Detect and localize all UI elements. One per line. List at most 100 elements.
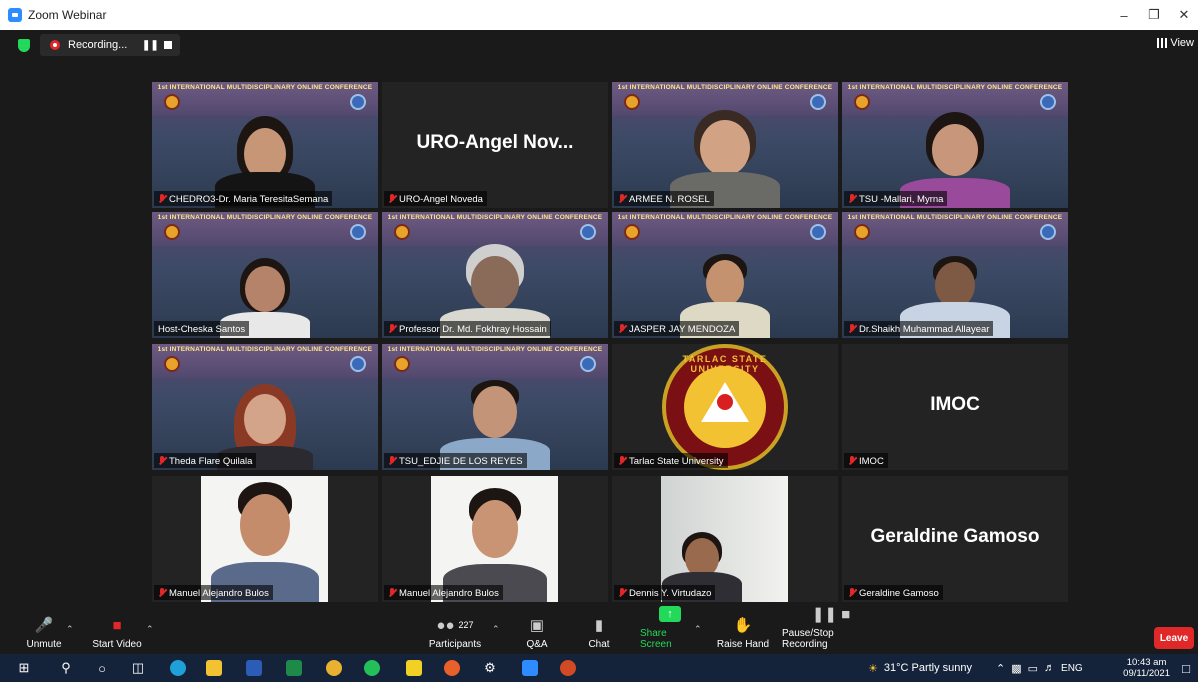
- language-indicator[interactable]: ENG: [1061, 663, 1083, 674]
- weather-widget[interactable]: ☀ 31°C Partly sunny: [868, 654, 972, 682]
- video-tile[interactable]: Dennis Y. Virtudazo: [612, 476, 838, 602]
- chat-button[interactable]: ▮ Chat: [584, 604, 614, 654]
- conference-logo-icon: [854, 224, 870, 240]
- conference-banner: 1st INTERNATIONAL MULTIDISCIPLINARY ONLI…: [847, 214, 1063, 221]
- share-screen-icon: ↑: [659, 604, 681, 624]
- mic-muted-icon: [618, 194, 626, 204]
- video-options-chevron-icon[interactable]: ⌃: [146, 624, 154, 635]
- powerpoint-icon[interactable]: [558, 658, 578, 678]
- mic-muted-icon: [388, 324, 396, 334]
- participants-button[interactable]: ●● 227 Participants: [424, 604, 486, 654]
- mic-muted-icon: [388, 588, 396, 598]
- notifications-icon[interactable]: □: [1176, 658, 1196, 678]
- university-seal-logo: TARLAC STATE UNIVERSITY: [662, 344, 788, 470]
- video-tile[interactable]: 1st INTERNATIONAL MULTIDISCIPLINARY ONLI…: [382, 212, 608, 338]
- zoom-logo-icon: [8, 8, 22, 22]
- mic-muted-icon: [618, 456, 626, 466]
- system-tray[interactable]: ⌃ ▩ ▭ ♬ ENG: [996, 654, 1083, 682]
- mic-muted-icon: [158, 456, 166, 466]
- view-button[interactable]: View: [1157, 37, 1194, 49]
- sticky-notes-icon[interactable]: [404, 658, 424, 678]
- video-tile[interactable]: 1st INTERNATIONAL MULTIDISCIPLINARY ONLI…: [842, 212, 1068, 338]
- video-tile[interactable]: 1st INTERNATIONAL MULTIDISCIPLINARY ONLI…: [152, 82, 378, 208]
- unmute-button[interactable]: 🎤 Unmute: [24, 604, 64, 654]
- weather-sun-icon: ☀: [868, 662, 878, 675]
- spotify-icon[interactable]: [362, 658, 382, 678]
- chrome-icon[interactable]: [324, 658, 344, 678]
- participant-name-tag: IMOC: [844, 453, 888, 468]
- conference-logo-icon: [854, 94, 870, 110]
- meeting-controls: 🎤 Unmute ⌃ ■ Start Video ⌃ ●● 227 Partici…: [0, 604, 1198, 654]
- task-view-icon[interactable]: ◫: [128, 658, 148, 678]
- participant-name-tag: ARMEE N. ROSEL: [614, 191, 714, 206]
- participant-name-tag: CHEDRO3-Dr. Maria TeresitaSemana: [154, 191, 333, 206]
- participant-count: 227: [458, 620, 474, 630]
- participant-name-tag: JASPER JAY MENDOZA: [614, 321, 740, 336]
- share-screen-button[interactable]: ↑ Share Screen: [640, 604, 700, 654]
- windows-taskbar: ⊞ ⚲ ○ ◫ ⚙ ☀ 31°C Partly sunny ⌃ ▩ ▭ ♬ EN…: [0, 654, 1198, 682]
- video-tile[interactable]: 1st INTERNATIONAL MULTIDISCIPLINARY ONLI…: [612, 82, 838, 208]
- video-tile[interactable]: 1st INTERNATIONAL MULTIDISCIPLINARY ONLI…: [612, 212, 838, 338]
- video-tile[interactable]: 1st INTERNATIONAL MULTIDISCIPLINARY ONLI…: [382, 344, 608, 470]
- video-tile[interactable]: Manuel Alejandro Bulos: [382, 476, 608, 602]
- clock-date: 09/11/2021: [1123, 668, 1170, 679]
- zoom-taskbar-icon[interactable]: [520, 658, 540, 678]
- participant-display-name: URO-Angel Nov...: [416, 131, 574, 153]
- pause-recording-icon[interactable]: ❚❚: [142, 40, 159, 51]
- video-tile[interactable]: IMOC IMOC: [842, 344, 1068, 470]
- university-logo-icon: [580, 356, 596, 372]
- participant-name-tag: Manuel Alejandro Bulos: [154, 585, 273, 600]
- network-icon[interactable]: ▩: [1011, 662, 1021, 675]
- video-tile[interactable]: 1st INTERNATIONAL MULTIDISCIPLINARY ONLI…: [842, 82, 1068, 208]
- sun-icon: [717, 394, 733, 410]
- conference-banner: 1st INTERNATIONAL MULTIDISCIPLINARY ONLI…: [387, 346, 603, 353]
- recording-indicator: Recording... ❚❚: [40, 34, 180, 56]
- participant-name-tag: URO-Angel Noveda: [384, 191, 487, 206]
- app-icon[interactable]: [442, 658, 462, 678]
- video-tile-active-speaker[interactable]: 1st INTERNATIONAL MULTIDISCIPLINARY ONLI…: [152, 212, 378, 338]
- video-tile[interactable]: Manuel Alejandro Bulos: [152, 476, 378, 602]
- encryption-shield-icon[interactable]: [18, 39, 30, 52]
- tray-chevron-icon[interactable]: ⌃: [996, 662, 1005, 675]
- share-options-chevron-icon[interactable]: ⌃: [694, 624, 702, 635]
- audio-options-chevron-icon[interactable]: ⌃: [66, 624, 74, 635]
- video-tile[interactable]: URO-Angel Nov... URO-Angel Noveda: [382, 82, 608, 208]
- participant-name-tag: Dennis Y. Virtudazo: [614, 585, 716, 600]
- start-video-button[interactable]: ■ Start Video: [90, 604, 144, 654]
- search-icon[interactable]: ⚲: [56, 658, 76, 678]
- participant-name-tag: TSU_EDJIE DE LOS REYES: [384, 453, 527, 468]
- edge-browser-icon[interactable]: [168, 658, 188, 678]
- participant-display-name: IMOC: [930, 393, 980, 415]
- excel-icon[interactable]: [284, 658, 304, 678]
- qa-button[interactable]: ▣ Q&A: [520, 604, 554, 654]
- conference-banner: 1st INTERNATIONAL MULTIDISCIPLINARY ONLI…: [387, 214, 603, 221]
- clock[interactable]: 10:43 am 09/11/2021: [1123, 657, 1170, 679]
- mic-muted-icon: [848, 588, 856, 598]
- microphone-muted-icon: 🎤: [34, 617, 54, 634]
- file-explorer-icon[interactable]: [204, 658, 224, 678]
- participant-name-tag: TSU -Mallari, Myrna: [844, 191, 948, 206]
- conference-logo-icon: [394, 356, 410, 372]
- settings-gear-icon[interactable]: ⚙: [480, 658, 500, 678]
- close-button[interactable]: ✕: [1166, 0, 1198, 30]
- university-logo-icon: [1040, 94, 1056, 110]
- video-tile[interactable]: 1st INTERNATIONAL MULTIDISCIPLINARY ONLI…: [152, 344, 378, 470]
- stop-recording-icon[interactable]: [164, 41, 172, 49]
- battery-icon[interactable]: ▭: [1028, 662, 1038, 675]
- mic-muted-icon: [848, 324, 856, 334]
- view-label: View: [1170, 37, 1194, 49]
- windows-start-icon[interactable]: ⊞: [14, 658, 34, 678]
- pause-stop-recording-button[interactable]: ❚❚ ■ Pause/Stop Recording: [782, 604, 880, 654]
- raise-hand-button[interactable]: ✋ Raise Hand: [716, 604, 770, 654]
- cortana-icon[interactable]: ○: [92, 658, 112, 678]
- leave-button[interactable]: Leave: [1154, 627, 1194, 649]
- participant-name-tag: Manuel Alejandro Bulos: [384, 585, 503, 600]
- participants-options-chevron-icon[interactable]: ⌃: [492, 624, 500, 635]
- volume-icon[interactable]: ♬: [1044, 662, 1055, 674]
- window-title: Zoom Webinar: [28, 8, 107, 22]
- video-tile[interactable]: Geraldine Gamoso Geraldine Gamoso: [842, 476, 1068, 602]
- clock-time: 10:43 am: [1126, 657, 1167, 668]
- participant-name-tag: Dr.Shaikh Muhammad Allayear: [844, 321, 994, 336]
- word-icon[interactable]: [244, 658, 264, 678]
- video-tile[interactable]: TARLAC STATE UNIVERSITY Tarlac State Uni…: [612, 344, 838, 470]
